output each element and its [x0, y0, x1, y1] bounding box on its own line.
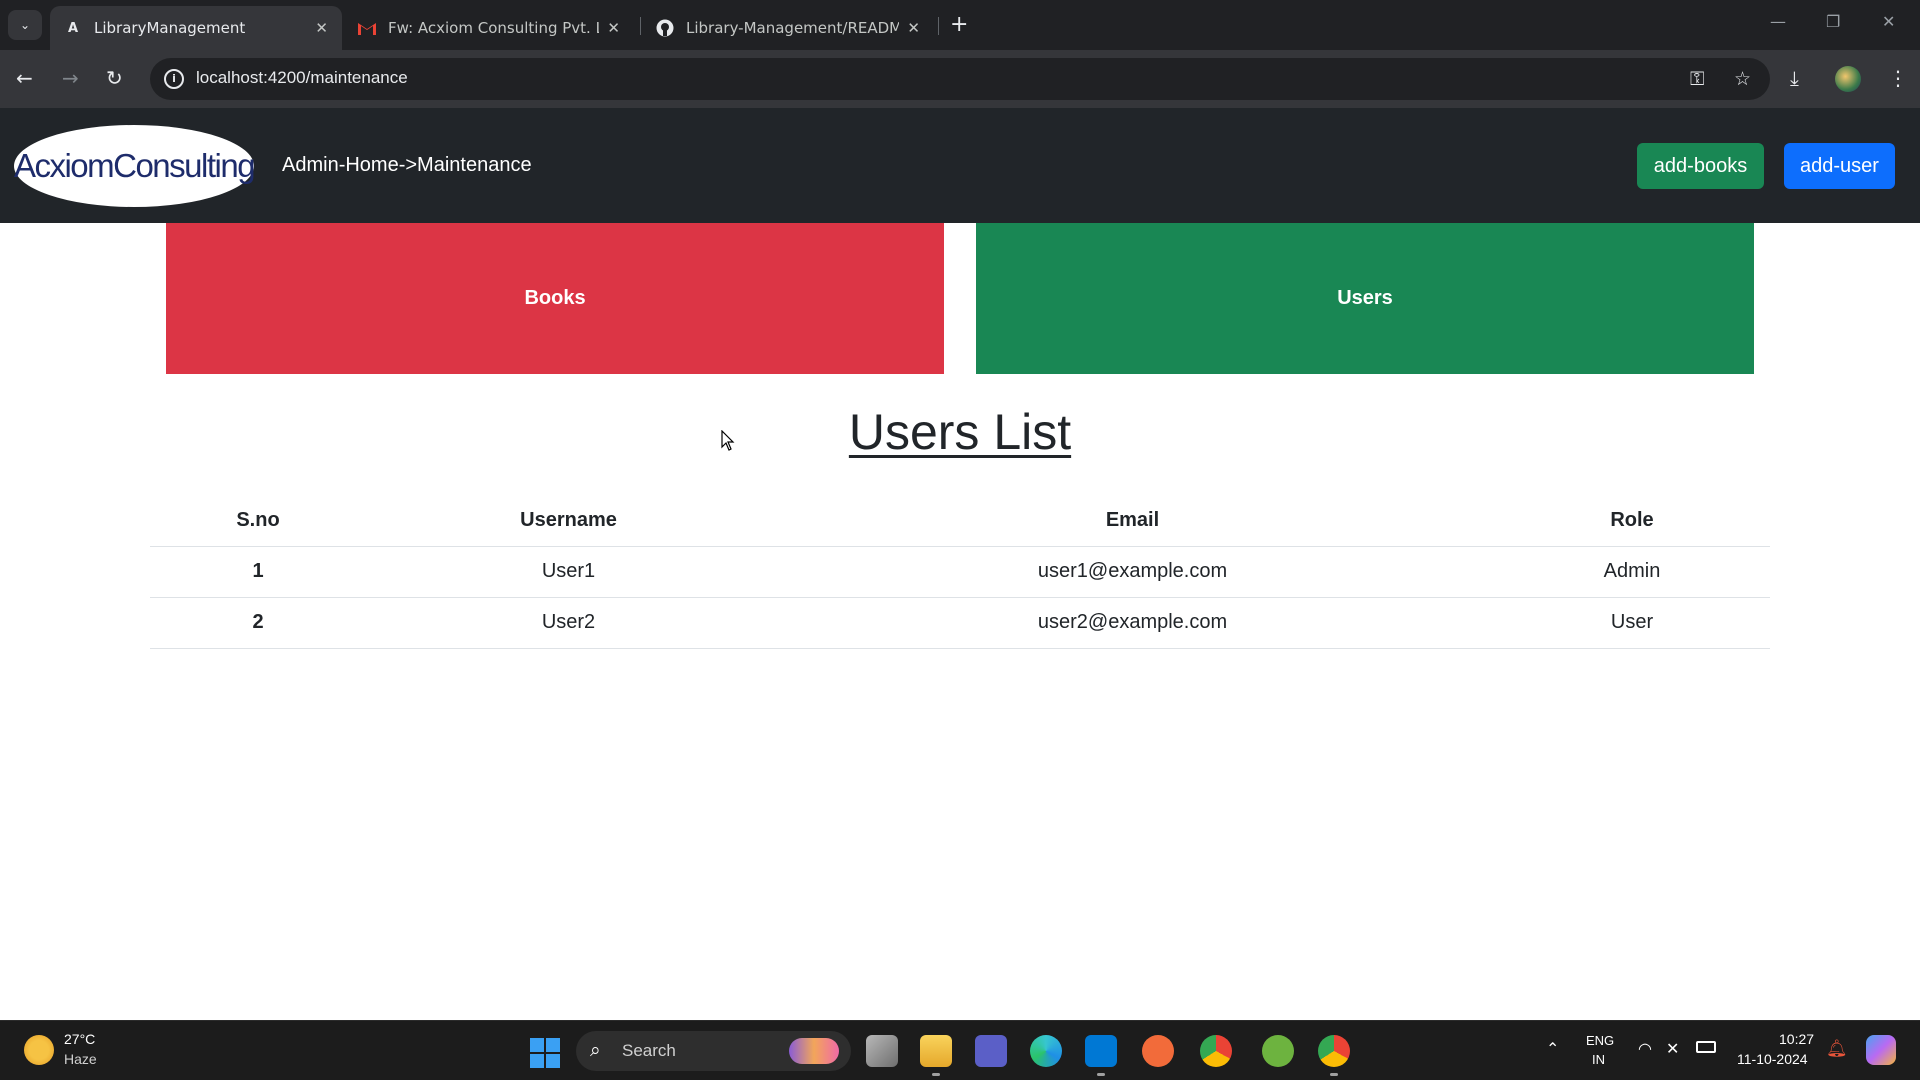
- cell-email: user2@example.com: [771, 597, 1494, 649]
- chrome-icon[interactable]: [1200, 1035, 1232, 1067]
- users-card[interactable]: Users: [976, 223, 1754, 374]
- cell-sno: 2: [150, 597, 366, 649]
- search-highlight-art: [789, 1038, 839, 1064]
- gmail-icon: [358, 19, 376, 37]
- task-view-icon[interactable]: [866, 1035, 898, 1067]
- copilot-icon[interactable]: [1866, 1035, 1896, 1065]
- spring-tools-icon[interactable]: [1262, 1035, 1294, 1067]
- minimize-icon[interactable]: —: [1770, 12, 1786, 31]
- browser-tab-bar: ⌄ A LibraryManagement ✕ Fw: Acxiom Consu…: [0, 0, 1920, 50]
- teams-icon[interactable]: [975, 1035, 1007, 1067]
- cell-username: User2: [366, 597, 771, 649]
- cell-email: user1@example.com: [771, 546, 1494, 598]
- search-icon: ⌕: [590, 1039, 601, 1061]
- bookmark-star-icon[interactable]: ☆: [1734, 68, 1751, 90]
- app-running-indicator: [1097, 1073, 1105, 1076]
- chevron-down-icon: ⌄: [19, 18, 31, 32]
- wifi-icon[interactable]: ◠: [1638, 1039, 1652, 1059]
- window-close-icon[interactable]: ✕: [1882, 12, 1895, 31]
- tab-gmail[interactable]: Fw: Acxiom Consulting Pvt. Ltd. ✕: [344, 6, 634, 50]
- clock-time[interactable]: 10:27: [1779, 1031, 1814, 1047]
- new-tab-icon[interactable]: +: [950, 12, 968, 37]
- show-hidden-icons-chevron-icon[interactable]: ⌃: [1546, 1039, 1559, 1059]
- column-header-role: Role: [1494, 495, 1770, 547]
- tab-library-management[interactable]: A LibraryManagement ✕: [50, 6, 342, 50]
- battery-icon[interactable]: [1696, 1041, 1716, 1053]
- tab-search-button[interactable]: ⌄: [8, 10, 42, 40]
- tab-github[interactable]: Library-Management/README. ✕: [642, 6, 934, 50]
- cell-role: User: [1494, 597, 1770, 649]
- language-indicator-line2[interactable]: IN: [1592, 1052, 1605, 1067]
- tab-divider: [938, 17, 939, 35]
- cell-sno: 1: [150, 546, 366, 598]
- books-card[interactable]: Books: [166, 223, 944, 374]
- close-icon[interactable]: ✕: [907, 19, 920, 37]
- users-table: S.no Username Email Role 1 User1 user1@e…: [150, 495, 1770, 649]
- app-header: AcxiomConsulting Admin-Home->Maintenance…: [0, 108, 1920, 223]
- more-menu-icon[interactable]: ⋮: [1888, 66, 1908, 90]
- url-text: localhost:4200/maintenance: [196, 68, 408, 87]
- close-icon[interactable]: ✕: [607, 19, 620, 37]
- app-running-indicator: [932, 1073, 940, 1076]
- windows-taskbar: 27°C Haze ⌕ Search ⌃ ENG IN ◠ ✕ 10:27 11…: [0, 1020, 1920, 1080]
- notification-bell-icon[interactable]: 🔔︎: [1826, 1039, 1848, 1059]
- edge-icon[interactable]: [1030, 1035, 1062, 1067]
- address-bar[interactable]: i localhost:4200/maintenance ⚿ ☆: [150, 58, 1770, 100]
- table-row: 2 User2 user2@example.com User: [150, 597, 1770, 649]
- cell-username: User1: [366, 546, 771, 598]
- close-icon[interactable]: ✕: [315, 19, 328, 37]
- table-header-row: S.no Username Email Role: [150, 495, 1770, 547]
- chrome-profile-icon[interactable]: [1318, 1035, 1350, 1067]
- column-header-username: Username: [366, 495, 771, 547]
- volume-muted-icon[interactable]: ✕: [1666, 1039, 1679, 1059]
- postman-icon[interactable]: [1142, 1035, 1174, 1067]
- github-icon: [656, 19, 674, 37]
- app-running-indicator: [1330, 1073, 1338, 1076]
- browser-toolbar: ← → ↻ i localhost:4200/maintenance ⚿ ☆ ⤓…: [0, 50, 1920, 108]
- weather-description[interactable]: Haze: [64, 1051, 97, 1067]
- books-card-label: Books: [524, 287, 586, 309]
- download-icon[interactable]: ⤓: [1790, 66, 1799, 90]
- site-info-icon[interactable]: i: [164, 69, 184, 89]
- page-title: Users List: [848, 404, 1072, 460]
- cell-role: Admin: [1494, 546, 1770, 598]
- vscode-icon[interactable]: [1085, 1035, 1117, 1067]
- file-explorer-icon[interactable]: [920, 1035, 952, 1067]
- profile-avatar[interactable]: [1835, 66, 1861, 92]
- back-icon[interactable]: ←: [16, 66, 33, 90]
- language-indicator-line1[interactable]: ENG: [1586, 1033, 1614, 1048]
- acxiom-logo[interactable]: AcxiomConsulting: [14, 125, 256, 207]
- users-card-label: Users: [1337, 287, 1393, 309]
- weather-temperature[interactable]: 27°C: [64, 1031, 95, 1047]
- column-header-email: Email: [771, 495, 1494, 547]
- add-books-button[interactable]: add-books: [1637, 143, 1764, 189]
- add-user-button[interactable]: add-user: [1784, 143, 1895, 189]
- forward-icon[interactable]: →: [62, 66, 79, 90]
- tab-divider: [640, 17, 641, 35]
- taskbar-search[interactable]: ⌕ Search: [576, 1031, 851, 1071]
- column-header-sno: S.no: [150, 495, 366, 547]
- table-row: 1 User1 user1@example.com Admin: [150, 546, 1770, 598]
- weather-haze-icon[interactable]: [24, 1035, 54, 1065]
- key-icon[interactable]: ⚿: [1690, 68, 1704, 90]
- windows-start-icon[interactable]: [530, 1038, 560, 1068]
- restore-icon[interactable]: ❐: [1826, 12, 1840, 31]
- mouse-cursor: [721, 429, 735, 456]
- breadcrumb: Admin-Home->Maintenance: [282, 154, 532, 176]
- reload-icon[interactable]: ↻: [106, 66, 123, 90]
- clock-date[interactable]: 11-10-2024: [1737, 1051, 1808, 1067]
- angular-icon: A: [67, 20, 79, 36]
